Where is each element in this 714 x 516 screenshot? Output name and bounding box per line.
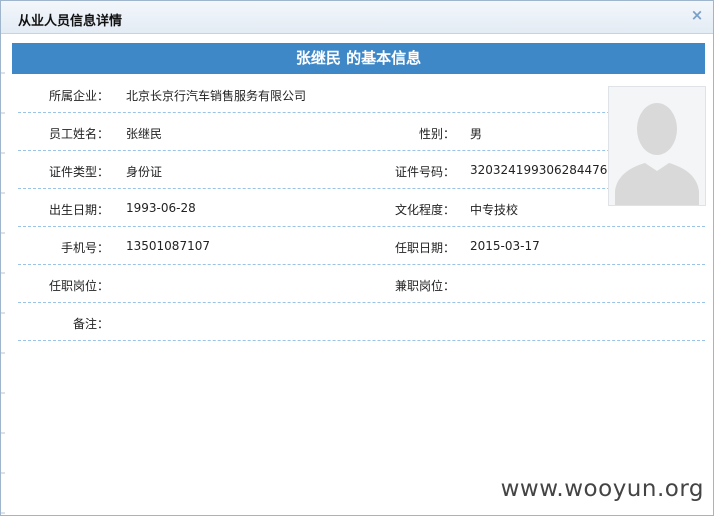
- person-silhouette-icon: [609, 87, 705, 205]
- company-label: 所属企业：: [48, 89, 109, 103]
- phone-value: 13501087107: [126, 239, 210, 253]
- row-positions: 任职岗位： 兼职岗位：: [18, 265, 705, 303]
- row-remarks: 备注：: [18, 303, 705, 341]
- position-label: 任职岗位：: [48, 279, 109, 293]
- dialog-header: 从业人员信息详情 ×: [1, 1, 713, 34]
- phone-label: 手机号：: [60, 241, 109, 255]
- background-page-edge: [1, 34, 5, 515]
- part-time-position-label: 兼职岗位：: [394, 279, 455, 293]
- row-name-gender: 员工姓名： 张继民 性别： 男: [18, 113, 705, 151]
- row-phone-startdate: 手机号： 13501087107 任职日期： 2015-03-17: [18, 227, 705, 265]
- basic-info-banner: 张继民 的基本信息: [12, 43, 705, 74]
- name-label: 员工姓名：: [48, 127, 109, 141]
- education-label: 文化程度：: [394, 203, 455, 217]
- birth-date-value: 1993-06-28: [126, 201, 196, 215]
- company-value: 北京长京行汽车销售服务有限公司: [126, 89, 307, 103]
- row-company: 所属企业： 北京长京行汽车销售服务有限公司: [18, 75, 705, 113]
- gender-value: 男: [470, 127, 483, 141]
- employee-photo: [608, 86, 706, 206]
- employee-detail-dialog: 从业人员信息详情 × 张继民 的基本信息 所属企业： 北京长京行汽车销售服务有限…: [0, 0, 714, 516]
- name-value: 张继民: [126, 127, 163, 141]
- birth-date-label: 出生日期：: [48, 203, 109, 217]
- row-birth-education: 出生日期： 1993-06-28 文化程度： 中专技校: [18, 189, 705, 227]
- education-value: 中专技校: [470, 203, 519, 217]
- id-number-label: 证件号码：: [394, 165, 455, 179]
- start-date-value: 2015-03-17: [470, 239, 540, 253]
- gender-label: 性别：: [418, 127, 455, 141]
- close-icon[interactable]: ×: [690, 7, 704, 23]
- start-date-label: 任职日期：: [394, 241, 455, 255]
- watermark-text: www.wooyun.org: [500, 476, 704, 502]
- id-type-value: 身份证: [126, 165, 163, 179]
- remarks-label: 备注：: [72, 317, 109, 331]
- dialog-title: 从业人员信息详情: [18, 14, 123, 29]
- id-number-value: 320324199306284476: [470, 163, 608, 177]
- row-id: 证件类型： 身份证 证件号码： 320324199306284476: [18, 151, 705, 189]
- id-type-label: 证件类型：: [48, 165, 109, 179]
